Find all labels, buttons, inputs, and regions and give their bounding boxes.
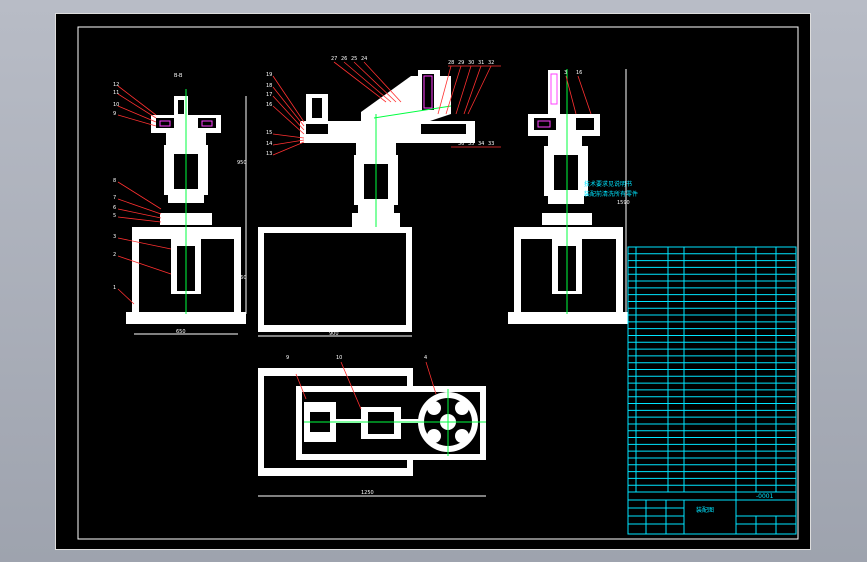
dim-text: 960	[237, 275, 247, 281]
svg-text:24: 24	[361, 56, 367, 62]
svg-text:7: 7	[113, 195, 116, 201]
right-side-view: 1590 技术要求见说明书 装配前清洗所有零件 3 16	[508, 69, 638, 324]
svg-text:36: 36	[458, 141, 464, 147]
parts-list-table	[627, 246, 797, 493]
svg-text:9: 9	[113, 111, 116, 117]
svg-text:15: 15	[266, 130, 272, 136]
svg-text:32: 32	[488, 60, 494, 66]
svg-text:8: 8	[113, 178, 116, 184]
svg-text:3: 3	[113, 234, 116, 240]
svg-text:27: 27	[331, 56, 337, 62]
svg-text:16: 16	[266, 102, 272, 108]
svg-text:4: 4	[424, 355, 427, 361]
dim-text: 650	[176, 329, 186, 335]
svg-text:5: 5	[113, 213, 116, 219]
svg-text:19: 19	[266, 72, 272, 78]
svg-text:18: 18	[266, 83, 272, 89]
drawing-number: -0001	[756, 493, 774, 500]
svg-text:6: 6	[113, 205, 116, 211]
svg-text:30: 30	[468, 60, 474, 66]
drawing-title: 装配图	[696, 506, 714, 514]
svg-text:12: 12	[113, 82, 119, 88]
svg-text:900: 900	[329, 331, 339, 337]
svg-text:9: 9	[286, 355, 289, 361]
svg-text:29: 29	[458, 60, 464, 66]
svg-text:技术要求见说明书: 技术要求见说明书	[584, 180, 632, 188]
plan-view: 9 10 4 1250	[258, 355, 486, 497]
svg-text:2: 2	[113, 252, 116, 258]
view-label: B-B	[174, 73, 183, 79]
svg-text:31: 31	[478, 60, 484, 66]
svg-text:3: 3	[564, 70, 567, 76]
svg-text:1590: 1590	[617, 200, 630, 206]
svg-text:35: 35	[468, 141, 474, 147]
svg-text:33: 33	[488, 141, 494, 147]
svg-text:25: 25	[351, 56, 357, 62]
svg-text:11: 11	[113, 90, 119, 96]
drawing-sheet: B-B 650 950 960 12 11 10 9 8 7 6 5 3 2 1…	[55, 13, 811, 550]
svg-text:1: 1	[113, 285, 116, 291]
svg-text:1250: 1250	[361, 490, 374, 496]
svg-text:26: 26	[341, 56, 347, 62]
svg-text:13: 13	[266, 151, 272, 157]
svg-text:装配前清洗所有零件: 装配前清洗所有零件	[584, 190, 638, 198]
svg-text:14: 14	[266, 141, 272, 147]
svg-text:17: 17	[266, 92, 272, 98]
svg-text:28: 28	[448, 60, 454, 66]
title-block: -0001 装配图	[627, 491, 797, 535]
center-front-view: 900 19 18 17 16 15 14 13 27 26 25 24 28 …	[258, 56, 501, 337]
svg-text:10: 10	[113, 102, 119, 108]
dim-text: 950	[237, 160, 247, 166]
left-side-view: B-B 650 950 960 12 11 10 9 8 7 6 5 3 2 1	[113, 73, 247, 335]
cad-drawing: B-B 650 950 960 12 11 10 9 8 7 6 5 3 2 1…	[77, 26, 799, 540]
svg-text:16: 16	[576, 70, 582, 76]
svg-text:10: 10	[336, 355, 342, 361]
svg-text:34: 34	[478, 141, 484, 147]
